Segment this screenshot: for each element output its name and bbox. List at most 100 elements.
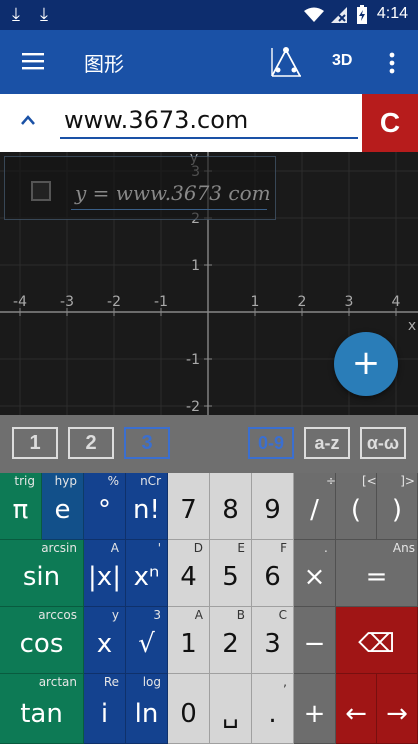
key-3-sub: C — [278, 608, 287, 622]
key-e-sub: hyp — [54, 474, 77, 488]
key-0-label: 0 — [180, 699, 197, 729]
key-2[interactable]: B2 — [210, 607, 252, 674]
key-x[interactable]: yx — [84, 607, 126, 674]
key-factorial[interactable]: nCr n! — [126, 473, 168, 540]
key-space[interactable]: ␣ — [210, 674, 252, 744]
tab-greek[interactable]: α-ω — [360, 427, 406, 459]
key-6-sub: F — [280, 541, 287, 555]
key-3[interactable]: C3 — [252, 607, 294, 674]
key-multiply[interactable]: . × — [294, 540, 336, 607]
key-i-label: i — [100, 699, 109, 729]
key-decimal[interactable]: ,. — [252, 674, 294, 744]
expression-input-row: www.3673.com C — [0, 94, 418, 152]
expression-label: y = www.3673 com — [75, 181, 271, 205]
key-factorial-label: n! — [133, 495, 160, 525]
key-multiply-sub: . — [324, 541, 328, 555]
key-5[interactable]: E5 — [210, 540, 252, 607]
key-9-label: 9 — [264, 495, 281, 525]
key-i-sub: Re — [103, 675, 119, 689]
status-time: 4:14 — [376, 5, 408, 22]
key-sqrt[interactable]: 3 √ — [126, 607, 168, 674]
tab-1[interactable]: 1 — [12, 427, 58, 459]
chevron-up-icon[interactable] — [20, 114, 36, 126]
key-7[interactable]: 7 — [168, 473, 210, 540]
key-0[interactable]: 0 — [168, 674, 210, 744]
key-ln[interactable]: log ln — [126, 674, 168, 744]
key-ln-sub: log — [142, 675, 161, 689]
key-right-paren-sub: ]> — [400, 474, 415, 488]
key-1-label: 1 — [180, 629, 197, 659]
page-title: 图形 — [84, 52, 124, 76]
key-cos[interactable]: arccos cos — [0, 607, 84, 674]
key-pi-label: π — [12, 495, 29, 525]
key-tan-label: tan — [20, 699, 63, 729]
key-2-label: 2 — [222, 629, 239, 659]
expression-input[interactable]: www.3673.com — [64, 106, 248, 134]
app-bar: 图形 3D — [0, 30, 418, 94]
key-left-paren[interactable]: [<( — [336, 473, 377, 540]
key-plus-label: + — [303, 699, 326, 729]
key-1[interactable]: A1 — [168, 607, 210, 674]
key-cursor-right[interactable]: → — [377, 674, 418, 744]
key-1-sub: A — [194, 608, 203, 622]
key-divide-sub: ÷ — [326, 474, 337, 488]
x-tick-label: 1 — [251, 294, 260, 310]
x-tick-label: -2 — [107, 294, 121, 310]
more-options-icon[interactable] — [388, 52, 396, 74]
key-9[interactable]: 9 — [252, 473, 294, 540]
key-degree-label: ° — [98, 495, 111, 525]
key-abs[interactable]: A |x| — [84, 540, 126, 607]
key-equals[interactable]: Ans = — [336, 540, 418, 607]
key-multiply-label: × — [303, 562, 326, 592]
key-left-paren-label: ( — [350, 495, 362, 525]
key-i[interactable]: Re i — [84, 674, 126, 744]
x-tick-label: -1 — [154, 294, 168, 310]
tab-3[interactable]: 3 — [124, 427, 170, 459]
tab-digits[interactable]: 0-9 — [248, 427, 294, 459]
battery-charging-icon — [357, 5, 367, 24]
key-ln-label: ln — [134, 699, 159, 729]
key-7-label: 7 — [180, 495, 197, 525]
menu-icon[interactable] — [22, 52, 44, 70]
key-cursor-left[interactable]: ← — [336, 674, 377, 744]
key-6[interactable]: F6 — [252, 540, 294, 607]
key-minus[interactable]: − — [294, 607, 336, 674]
key-degree-sub: % — [107, 474, 119, 488]
key-sqrt-label: √ — [138, 629, 155, 659]
add-expression-button[interactable]: + — [334, 332, 398, 396]
key-divide[interactable]: ÷ / — [294, 473, 336, 540]
input-underline — [60, 137, 358, 139]
key-8[interactable]: 8 — [210, 473, 252, 540]
key-4[interactable]: D4 — [168, 540, 210, 607]
keypad: trig π hyp e % ° nCr n! 7 8 9 ÷ / [<( ]>) arc… — [0, 473, 418, 744]
key-degree[interactable]: % ° — [84, 473, 126, 540]
key-pi[interactable]: trig π — [0, 473, 42, 540]
key-abs-sub: A — [110, 541, 119, 555]
expression-checkbox[interactable] — [31, 181, 51, 201]
key-right-paren[interactable]: ]>) — [377, 473, 418, 540]
key-plus[interactable]: + — [294, 674, 336, 744]
key-decimal-sub: , — [283, 675, 287, 689]
key-e[interactable]: hyp e — [42, 473, 84, 540]
tab-latin[interactable]: a-z — [304, 427, 350, 459]
key-x-label: x — [96, 629, 113, 659]
key-sin-sub: arcsin — [41, 541, 77, 555]
key-power[interactable]: ' xⁿ — [126, 540, 168, 607]
expression-card: y = www.3673 com — [4, 156, 276, 220]
clear-button[interactable]: C — [362, 94, 418, 152]
tab-2[interactable]: 2 — [68, 427, 114, 459]
graph-tools-icon[interactable] — [268, 44, 304, 80]
3d-button[interactable]: 3D — [332, 52, 352, 70]
key-sin[interactable]: arcsin sin — [0, 540, 84, 607]
key-4-label: 4 — [180, 562, 197, 592]
space-icon: ␣ — [222, 699, 239, 729]
key-backspace[interactable]: ⌫ — [336, 607, 418, 674]
key-x-sub: y — [111, 608, 119, 622]
key-divide-label: / — [310, 495, 319, 525]
key-power-sub: ' — [157, 541, 161, 555]
y-tick-label: -2 — [186, 399, 200, 415]
x-tick-label: 3 — [345, 294, 354, 310]
key-minus-label: − — [303, 629, 326, 659]
key-tan[interactable]: arctan tan — [0, 674, 84, 744]
x-tick-label: 4 — [392, 294, 401, 310]
